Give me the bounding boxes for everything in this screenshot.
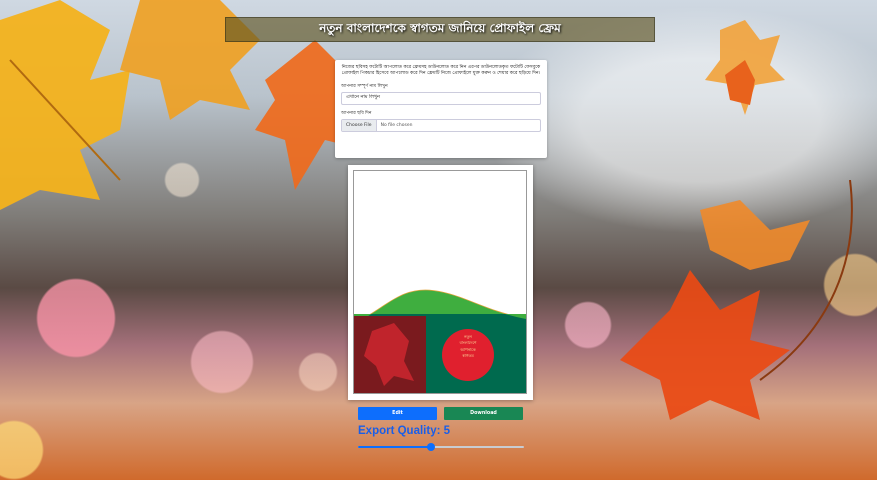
export-quality-label: Export Quality: 5 [358,425,451,437]
autumn-leaf-icon [705,20,785,115]
choose-file-button[interactable]: Choose File [342,119,377,131]
badge-line: স্বাগতম [462,353,474,359]
frame-graphic [354,171,526,393]
frame-badge-text: নতুন বাংলাদেশে আপনাকে স্বাগতম [442,334,494,360]
page-title: নতুন বাংলাদেশকে স্বাগতম জানিয়ে প্রোফাইল… [225,17,655,42]
name-label: আপনার সম্পূর্ণ নাম লিখুন [341,83,388,89]
frame-preview: নতুন বাংলাদেশে আপনাকে স্বাগতম [348,165,533,400]
photo-label: আপনার ছবি দিন [341,110,372,116]
export-quality-slider[interactable] [358,440,524,454]
photo-file-input[interactable]: Choose File No file chosen [341,118,541,132]
name-input[interactable] [341,91,541,105]
frame-artwork: নতুন বাংলাদেশে আপনাকে স্বাগতম [353,170,527,394]
download-button[interactable]: Download [444,407,523,420]
instructions-text: নিজের ছবিসহ ফটোটি আপলোড করে ফ্রেমসহ ডাউন… [341,65,541,77]
autumn-leaf-icon [620,180,853,420]
slider-fill [358,446,432,448]
slider-thumb[interactable] [427,443,436,451]
upload-form: নিজের ছবিসহ ফটোটি আপলোড করে ফ্রেমসহ ডাউন… [335,60,547,158]
edit-button[interactable]: Edit [358,407,437,420]
file-status-text: No file chosen [380,122,413,128]
